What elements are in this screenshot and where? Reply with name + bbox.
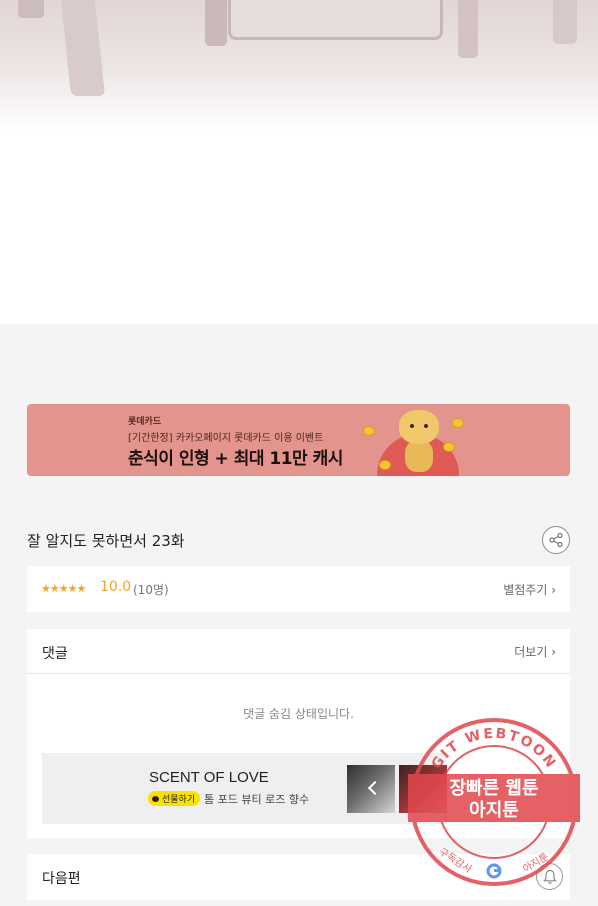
coin-icon — [363, 426, 375, 436]
share-button[interactable] — [542, 526, 570, 554]
comic-art-shape — [18, 0, 44, 18]
rating-score: 10.0 — [100, 579, 132, 595]
comments-header: 댓글 더보기 › — [27, 629, 570, 674]
next-episode-row[interactable]: 다음편 — [27, 854, 570, 900]
ad-product-image — [399, 765, 447, 813]
comments-hidden-message: 댓글 숨김 상태입니다. — [243, 707, 354, 721]
promo-banner[interactable]: 롯데카드 [기간한정] 카카오페이지 롯데카드 이용 이벤트 춘식이 인형 + … — [27, 404, 570, 476]
gift-label: 선물하기 — [162, 795, 196, 805]
comic-art-shape — [458, 0, 478, 58]
comic-image — [0, 0, 598, 130]
coin-icon — [452, 418, 464, 428]
gift-badge: 선물하기 — [148, 791, 201, 806]
comments-label: 댓글 — [42, 646, 68, 662]
episode-title: 잘 알지도 못하면서 23화 — [27, 532, 185, 550]
share-icon — [549, 532, 563, 548]
rating-stars: ★★★★★ — [41, 582, 86, 595]
comments-more-button[interactable]: 더보기 › — [514, 643, 556, 660]
coin-icon — [443, 442, 455, 452]
ad-product-name: 톰 포드 뷰티 로즈 향수 — [204, 793, 310, 806]
banner-subtitle: [기간한정] 카카오페이지 롯데카드 이용 이벤트 — [128, 433, 324, 444]
comic-art-shape — [553, 0, 577, 44]
comic-art-shape — [205, 0, 227, 46]
comic-art-shape — [228, 0, 443, 40]
notification-button[interactable] — [536, 863, 563, 890]
comments-section: 댓글 더보기 › 댓글 숨김 상태입니다. SCENT OF LOVE 선물하기… — [27, 629, 570, 838]
rate-button[interactable]: 별점주기 › — [503, 581, 556, 598]
banner-headline: 춘식이 인형 + 최대 11만 캐시 — [128, 449, 343, 469]
comic-art-shape — [60, 0, 106, 96]
coin-icon — [379, 460, 391, 470]
rating-bar: ★★★★★ 10.0 (10명) 별점주기 › — [27, 566, 570, 612]
character-doll-image — [399, 410, 439, 472]
next-episode-label: 다음편 — [42, 871, 81, 887]
comic-panel — [0, 0, 598, 324]
rating-count: (10명) — [133, 583, 169, 597]
bell-icon — [542, 869, 557, 884]
banner-brand: 롯데카드 — [128, 417, 162, 427]
ad-title: SCENT OF LOVE — [149, 769, 269, 786]
ad-banner[interactable]: SCENT OF LOVE 선물하기 톰 포드 뷰티 로즈 향수 — [42, 753, 447, 824]
chat-bubble-icon — [152, 795, 159, 802]
episode-title-row: 잘 알지도 못하면서 23화 — [27, 522, 570, 558]
